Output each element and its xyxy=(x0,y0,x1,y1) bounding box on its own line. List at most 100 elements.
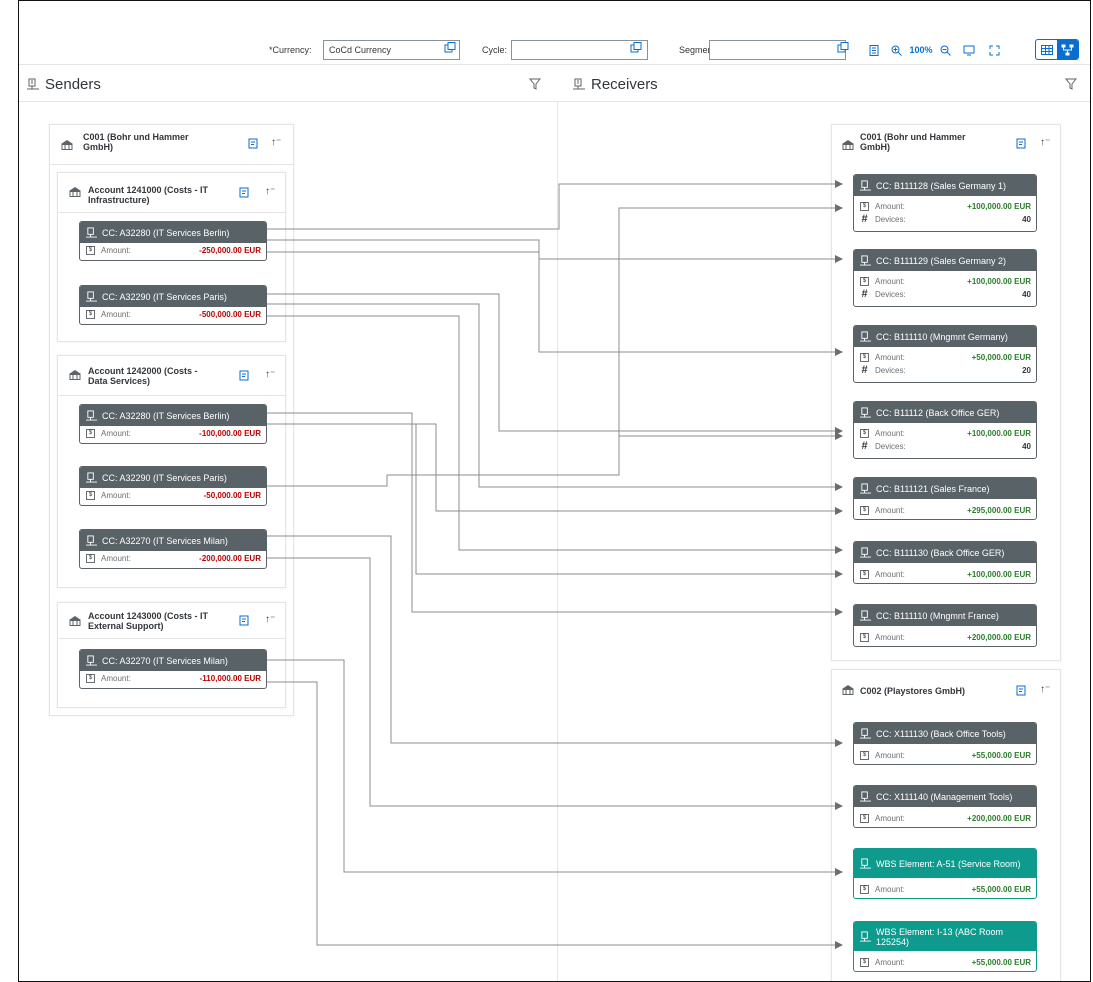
amount-row: $ Amount: -110,000.00 EUR xyxy=(80,671,266,685)
node-header: WBS Element: A-51 (Service Room) xyxy=(854,849,1036,878)
amount-label: Amount: xyxy=(875,276,905,286)
amount-row: $ Amount: +55,000.00 EUR xyxy=(854,748,1036,762)
cost-center-icon xyxy=(27,78,39,90)
collapse-icon[interactable]: ↑⁻ xyxy=(271,137,281,148)
node-title: CC: B111110 (Mngmnt France) xyxy=(876,610,999,621)
account-header: Account 1243000 (Costs - IT External Sup… xyxy=(58,603,285,639)
amount-row: $ Amount: -250,000.00 EUR xyxy=(80,243,266,257)
overview-icon xyxy=(963,45,975,55)
company-title: C001 (Bohr und Hammer GmbH) xyxy=(83,132,189,152)
cost-center-icon xyxy=(573,78,585,90)
cycle-field[interactable] xyxy=(511,40,648,60)
node-header: CC: A32270 (IT Services Milan) xyxy=(80,650,266,671)
node-header: CC: B111121 (Sales France) xyxy=(854,478,1036,499)
currency-field[interactable]: CoCd Currency xyxy=(323,40,460,60)
amount-icon: $ xyxy=(860,569,869,579)
receiver-node[interactable]: CC: B111110 (Mngmnt Germany) $ Amount: +50… xyxy=(853,325,1037,383)
flow-line xyxy=(267,180,843,230)
fullscreen-button[interactable] xyxy=(987,41,1001,59)
receiver-node[interactable]: CC: B111128 (Sales Germany 1) $ Amount: +1… xyxy=(853,174,1037,232)
receiver-node[interactable]: CC: B11112 (Back Office GER) $ Amount: +10… xyxy=(853,401,1037,459)
details-icon[interactable] xyxy=(239,370,250,381)
wbs-icon xyxy=(860,858,871,869)
node-header: CC: A32290 (IT Services Paris) xyxy=(80,467,266,488)
cost-center-icon xyxy=(860,547,871,558)
overview-button[interactable] xyxy=(962,41,976,59)
node-header: CC: A32280 (IT Services Berlin) xyxy=(80,222,266,243)
node-header: CC: B11112 (Back Office GER) xyxy=(854,402,1036,423)
view-toggle xyxy=(1035,39,1079,60)
node-title: CC: B11112 (Back Office GER) xyxy=(876,407,1000,418)
filter-icon[interactable] xyxy=(1065,78,1077,90)
amount-row: $ Amount: -200,000.00 EUR xyxy=(80,551,266,565)
value-help-icon[interactable] xyxy=(630,42,642,53)
currency-value: CoCd Currency xyxy=(329,45,392,55)
amount-value: +200,000.00 EUR xyxy=(967,813,1031,823)
zoom-out-button[interactable] xyxy=(938,41,952,59)
details-icon[interactable] xyxy=(1016,138,1027,149)
receiver-node[interactable]: CC: B111121 (Sales France) $ Amount: +295,… xyxy=(853,477,1037,520)
receiver-node[interactable]: CC: B111110 (Mngmnt France) $ Amount: +200… xyxy=(853,604,1037,647)
details-icon[interactable] xyxy=(239,187,250,198)
filter-icon[interactable] xyxy=(529,78,541,90)
receiver-node[interactable]: CC: X111140 (Management Tools) $ Amount: +… xyxy=(853,785,1037,828)
node-title: WBS Element: I-13 (ABC Room 125254) xyxy=(876,926,1004,947)
flow-line xyxy=(267,535,843,747)
table-view-button[interactable] xyxy=(1036,40,1057,59)
amount-row: $ Amount: -500,000.00 EUR xyxy=(80,307,266,321)
node-header: CC: B111110 (Mngmnt Germany) xyxy=(854,326,1036,347)
sender-node[interactable]: CC: A32290 (IT Services Paris) $ Amount: -… xyxy=(79,466,267,506)
zoom-in-button[interactable] xyxy=(889,41,903,59)
amount-icon: $ xyxy=(860,632,869,642)
sender-node[interactable]: CC: A32280 (IT Services Berlin) $ Amount:… xyxy=(79,404,267,444)
node-title: CC: A32290 (IT Services Paris) xyxy=(102,472,227,483)
collapse-icon[interactable]: ↑⁻ xyxy=(1040,137,1050,148)
receiver-node[interactable]: CC: B111129 (Sales Germany 2) $ Amount: +1… xyxy=(853,249,1037,307)
devices-label: Devices: xyxy=(875,214,906,224)
account-title: Account 1242000 (Costs - Data Services) xyxy=(88,366,198,386)
collapse-icon[interactable]: ↑⁻ xyxy=(1040,684,1050,695)
legend-button[interactable] xyxy=(867,41,881,59)
devices-value: 40 xyxy=(1022,289,1031,299)
receiver-wbs-node[interactable]: WBS Element: I-13 (ABC Room 125254) $ Amo… xyxy=(853,921,1037,972)
legend-icon xyxy=(869,44,879,56)
node-header: CC: B111110 (Mngmnt France) xyxy=(854,605,1036,626)
cost-center-icon xyxy=(860,255,871,266)
collapse-icon[interactable]: ↑⁻ xyxy=(265,186,275,197)
node-title: CC: B111110 (Mngmnt Germany) xyxy=(876,331,1008,342)
amount-row: $ Amount: +100,000.00 EUR xyxy=(854,199,1036,213)
sender-node[interactable]: CC: A32270 (IT Services Milan) $ Amount: -… xyxy=(79,649,267,689)
amount-value: -200,000.00 EUR xyxy=(199,553,261,563)
value-help-icon[interactable] xyxy=(444,42,456,53)
segment-field[interactable] xyxy=(709,40,846,60)
devices-label: Devices: xyxy=(875,441,906,451)
details-icon[interactable] xyxy=(239,615,250,626)
company-header: C002 (Playstores GmbH) ↑⁻ xyxy=(832,670,1060,710)
sender-node[interactable]: CC: A32290 (IT Services Paris) $ Amount: -… xyxy=(79,285,267,325)
flow-line xyxy=(267,412,843,616)
graph-view-button[interactable] xyxy=(1057,40,1078,59)
collapse-icon[interactable]: ↑⁻ xyxy=(265,614,275,625)
details-icon[interactable] xyxy=(1016,685,1027,696)
flow-graph-app: *Currency: CoCd Currency Cycle: Segment:… xyxy=(18,0,1091,982)
sender-node[interactable]: CC: A32280 (IT Services Berlin) $ Amount:… xyxy=(79,221,267,261)
node-header: CC: A32280 (IT Services Berlin) xyxy=(80,405,266,426)
hash-icon: # xyxy=(861,364,868,376)
node-title: CC: B111129 (Sales Germany 2) xyxy=(876,255,1007,266)
receiver-node[interactable]: CC: B111130 (Back Office GER) $ Amount: +1… xyxy=(853,541,1037,584)
amount-label: Amount: xyxy=(101,490,131,500)
amount-icon: $ xyxy=(86,428,95,438)
sender-node[interactable]: CC: A32270 (IT Services Milan) $ Amount: -… xyxy=(79,529,267,569)
cost-center-icon xyxy=(86,227,97,238)
details-icon[interactable] xyxy=(248,138,259,149)
receiver-node[interactable]: CC: X111130 (Back Office Tools) $ Amount:… xyxy=(853,722,1037,765)
collapse-icon[interactable]: ↑⁻ xyxy=(265,369,275,380)
amount-row: $ Amount: +55,000.00 EUR xyxy=(854,955,1036,969)
amount-label: Amount: xyxy=(101,245,131,255)
flow-line xyxy=(267,659,843,876)
devices-row: # Devices: 40 xyxy=(854,288,1036,300)
receiver-wbs-node[interactable]: WBS Element: A-51 (Service Room) $ Amount… xyxy=(853,848,1037,899)
value-help-icon[interactable] xyxy=(837,42,849,53)
amount-icon: $ xyxy=(86,490,95,500)
account-title: Account 1243000 (Costs - IT External Sup… xyxy=(88,611,209,631)
